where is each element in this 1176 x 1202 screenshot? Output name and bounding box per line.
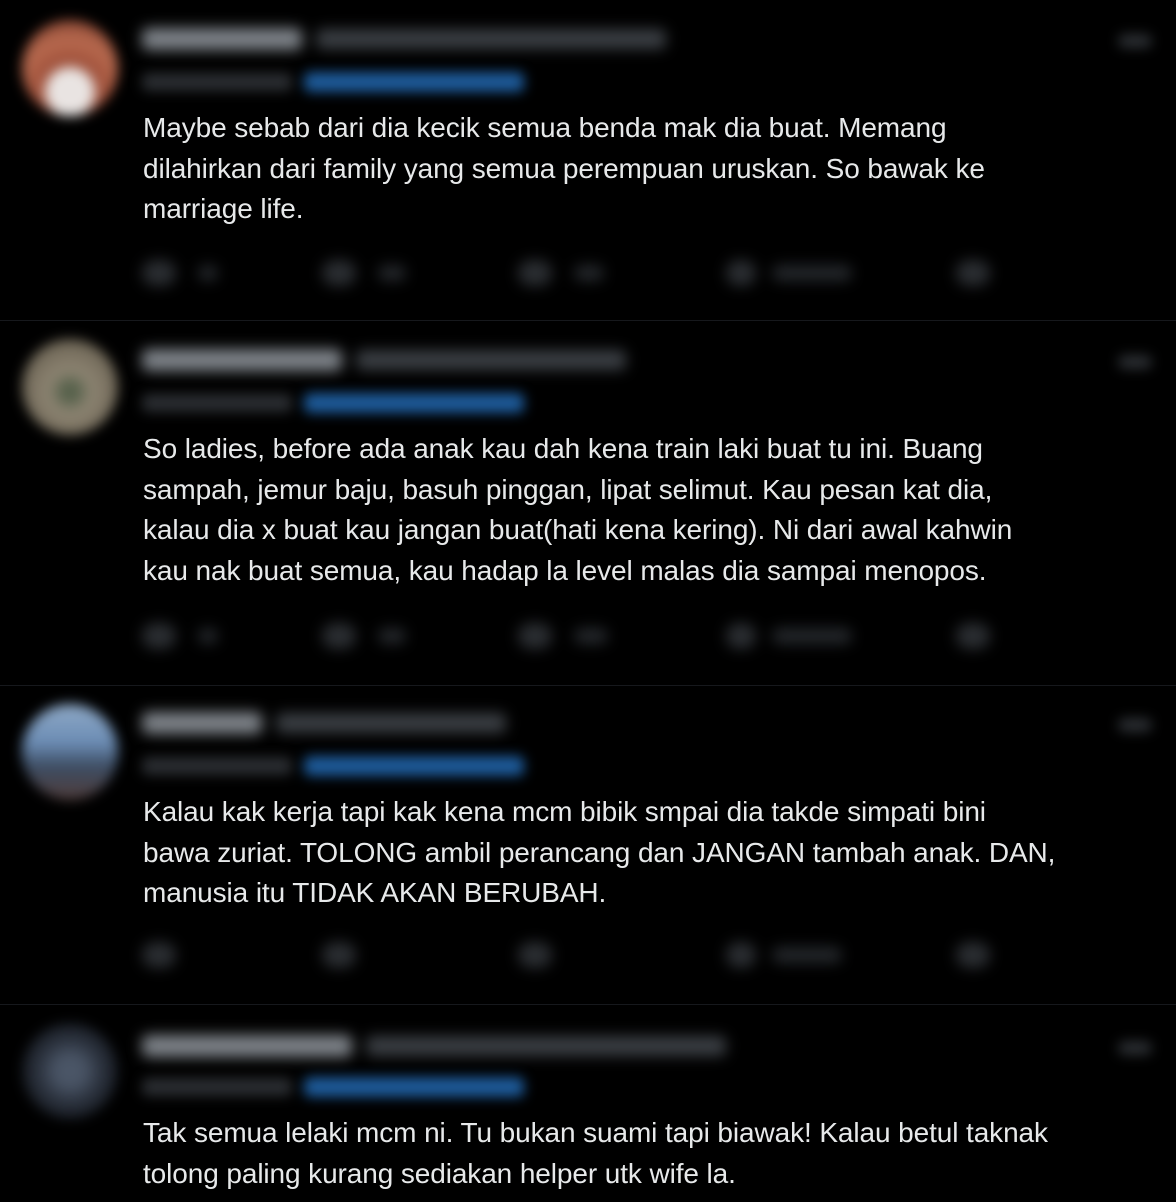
replying-to-redacted — [142, 72, 524, 94]
tweet-header-redacted — [142, 28, 666, 52]
retweet-count-redacted — [378, 628, 406, 644]
bookmark-icon[interactable] — [956, 942, 990, 968]
tweet[interactable]: Tak semua lelaki mcm ni. Tu bukan suami … — [0, 1005, 1176, 1202]
replying-to-redacted — [142, 393, 524, 415]
bookmark-icon[interactable] — [956, 260, 990, 286]
reply-feed: Maybe sebab dari dia kecik semua benda m… — [0, 0, 1176, 1202]
heart-icon[interactable] — [518, 942, 552, 968]
reply-icon[interactable] — [142, 942, 176, 968]
tweet-header-redacted — [142, 712, 506, 736]
like-count-redacted — [574, 265, 604, 281]
tweet-actions-redacted — [142, 938, 1002, 972]
avatar[interactable] — [22, 339, 118, 435]
views-icon[interactable] — [726, 260, 756, 286]
like-count-redacted — [574, 628, 608, 644]
reply-icon[interactable] — [142, 623, 176, 649]
tweet-text: So ladies, before ada anak kau dah kena … — [143, 433, 1013, 586]
retweet-icon[interactable] — [322, 623, 356, 649]
more-icon[interactable] — [1118, 1041, 1152, 1055]
retweet-icon[interactable] — [322, 260, 356, 286]
tweet-actions-redacted — [142, 256, 1002, 290]
views-count-redacted — [772, 947, 842, 963]
heart-icon[interactable] — [518, 623, 552, 649]
tweet[interactable]: Maybe sebab dari dia kecik semua benda m… — [0, 0, 1176, 320]
avatar[interactable] — [22, 704, 118, 800]
bookmark-icon[interactable] — [956, 623, 990, 649]
views-icon[interactable] — [726, 623, 756, 649]
retweet-count-redacted — [378, 265, 406, 281]
views-icon[interactable] — [726, 942, 756, 968]
tweet-text: Kalau kak kerja tapi kak kena mcm bibik … — [143, 796, 1056, 908]
more-icon[interactable] — [1118, 718, 1152, 732]
reply-count-redacted — [198, 628, 218, 644]
avatar[interactable] — [22, 1023, 118, 1119]
more-icon[interactable] — [1118, 355, 1152, 369]
views-count-redacted — [772, 265, 852, 281]
reply-count-redacted — [198, 265, 218, 281]
tweet-text: Tak semua lelaki mcm ni. Tu bukan suami … — [143, 1117, 1048, 1189]
tweet-actions-redacted — [142, 619, 1002, 653]
tweet-header-redacted — [142, 349, 626, 373]
more-icon[interactable] — [1118, 34, 1152, 48]
views-count-redacted — [772, 628, 852, 644]
tweet[interactable]: Kalau kak kerja tapi kak kena mcm bibik … — [0, 686, 1176, 1004]
tweet[interactable]: So ladies, before ada anak kau dah kena … — [0, 321, 1176, 685]
avatar[interactable] — [22, 20, 118, 116]
tweet-header-redacted — [142, 1035, 726, 1059]
heart-icon[interactable] — [518, 260, 552, 286]
replying-to-redacted — [142, 756, 524, 778]
retweet-icon[interactable] — [322, 942, 356, 968]
tweet-text: Maybe sebab dari dia kecik semua benda m… — [143, 112, 985, 224]
reply-icon[interactable] — [142, 260, 176, 286]
replying-to-redacted — [142, 1077, 524, 1099]
